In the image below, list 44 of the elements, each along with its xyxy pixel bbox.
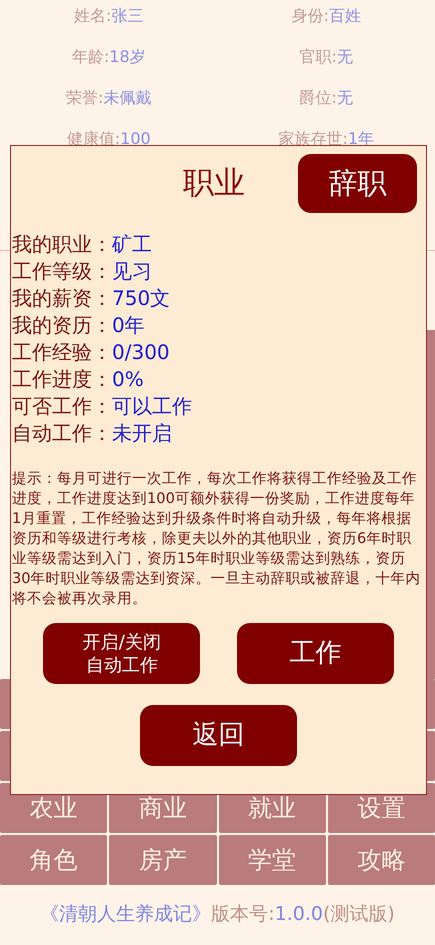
- stat-label: 官职:: [300, 46, 337, 68]
- field-label: 我的职业：: [12, 231, 112, 258]
- stat-value: 100: [120, 128, 151, 150]
- field-value: 未开启: [112, 420, 172, 447]
- field-label: 自动工作：: [12, 420, 112, 447]
- auto-work-toggle-button[interactable]: 开启/关闭 自动工作: [43, 623, 200, 684]
- stat-value: 张三: [111, 5, 144, 27]
- field-value: 矿工: [112, 231, 152, 258]
- game-title: 《清朝人生养成记》: [40, 902, 212, 927]
- stat-value: 1年: [348, 128, 374, 150]
- stat-value: 未佩戴: [103, 87, 152, 109]
- version-label: 版本号:: [211, 902, 275, 927]
- menu-tile[interactable]: 攻略: [328, 835, 435, 885]
- version-number: 1.0.0: [274, 902, 323, 927]
- dialog-title: 职业: [183, 164, 245, 204]
- field-label: 我的薪资：: [12, 285, 112, 312]
- field-value: 0年: [112, 312, 145, 339]
- menu-tile[interactable]: 学堂: [218, 835, 326, 885]
- stat-label: 年龄:: [72, 46, 110, 68]
- field-value: 0%: [112, 366, 144, 393]
- stat-value: 百姓: [328, 5, 361, 27]
- stat-label: 姓名:: [74, 5, 112, 27]
- field-value: 750文: [112, 285, 170, 312]
- field-label: 工作等级：: [12, 258, 112, 285]
- stat-value: 无: [336, 46, 353, 68]
- field-value: 0/300: [112, 339, 170, 366]
- menu-tile[interactable]: 房产: [109, 835, 216, 885]
- version-label: (测试版): [322, 902, 395, 927]
- stat-label: 爵位:: [300, 87, 337, 109]
- field-label: 可否工作：: [12, 393, 112, 420]
- field-value: 可以工作: [112, 393, 192, 420]
- back-button[interactable]: 返回: [140, 705, 297, 766]
- field-label: 工作经验：: [12, 339, 112, 366]
- stat-value: 18岁: [109, 46, 146, 68]
- work-button[interactable]: 工作: [236, 623, 394, 684]
- menu-tile[interactable]: 角色: [0, 835, 108, 885]
- stat-value: 无: [336, 87, 353, 109]
- field-value: 见习: [112, 258, 152, 285]
- stat-label: 荣誉:: [66, 87, 104, 109]
- hint-text: 提示：每月可进行一次工作，每次工作将获得工作经验及工作进度，工作进度达到100可额外获得一份奖励，工作进度每年1月重置，工作经验达到升级条件时将自动升级，每年将根据资历和等级进行考核，除更夫以外的其他职业，资历6年时职业等级需达到入门，资历15年时职业等级需达到熟练，资历30年时职业等级需达到资深。一旦主动辞职或被辞退，十年内将不会被再次录用。: [12, 469, 422, 609]
- stat-label: 身份:: [292, 5, 329, 27]
- field-label: 工作进度：: [12, 366, 112, 393]
- field-label: 我的资历：: [12, 312, 112, 339]
- resign-button[interactable]: 辞职: [298, 154, 417, 213]
